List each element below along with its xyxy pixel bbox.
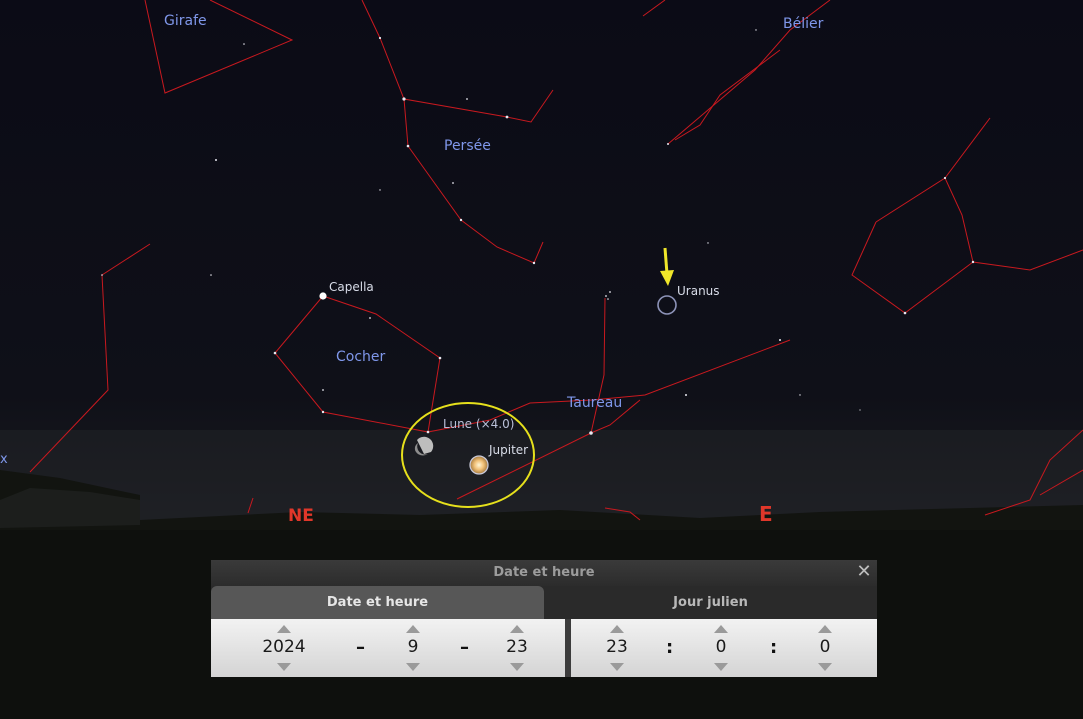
hour-increment-icon[interactable] — [610, 625, 624, 633]
planet-label-jupiter: Jupiter — [489, 443, 529, 457]
planet-label-uranus: Uranus — [677, 284, 720, 298]
cardinal-label-e: E — [759, 502, 773, 526]
year-value[interactable]: 2024 — [254, 637, 314, 657]
minute-value[interactable]: 0 — [691, 637, 751, 657]
time-separator: : — [770, 637, 778, 658]
second-increment-icon[interactable] — [818, 625, 832, 633]
second-decrement-icon[interactable] — [818, 663, 832, 671]
month-value[interactable]: 9 — [383, 637, 443, 657]
edge-label: x — [0, 452, 8, 467]
date-fields: 2024 – 9 – 23 — [211, 619, 565, 677]
moon-label: Lune (×4.0) — [443, 417, 515, 431]
constellation-label-belier: Bélier — [783, 16, 824, 32]
hour-decrement-icon[interactable] — [610, 663, 624, 671]
star-label-capella: Capella — [329, 280, 374, 294]
minute-decrement-icon[interactable] — [714, 663, 728, 671]
year-decrement-icon[interactable] — [277, 663, 291, 671]
hour-value[interactable]: 23 — [587, 637, 647, 657]
second-value[interactable]: 0 — [795, 637, 855, 657]
close-icon[interactable]: ✕ — [855, 563, 873, 581]
second-spinbox[interactable]: 0 — [795, 619, 855, 677]
constellation-label-persee: Persée — [444, 138, 491, 154]
date-separator: – — [460, 637, 469, 658]
month-increment-icon[interactable] — [406, 625, 420, 633]
jupiter-icon[interactable] — [469, 455, 489, 475]
month-spinbox[interactable]: 9 — [383, 619, 443, 677]
constellation-label-taureau: Taureau — [567, 395, 623, 411]
day-decrement-icon[interactable] — [510, 663, 524, 671]
dialog-title[interactable]: Date et heure — [211, 560, 877, 586]
tab-julian-day[interactable]: Jour julien — [544, 586, 877, 619]
constellation-label-girafe: Girafe — [164, 13, 207, 29]
day-spinbox[interactable]: 23 — [487, 619, 547, 677]
time-fields: 23 : 0 : 0 — [571, 619, 877, 677]
time-separator: : — [666, 637, 674, 658]
minute-increment-icon[interactable] — [714, 625, 728, 633]
year-spinbox[interactable]: 2024 — [254, 619, 314, 677]
day-value[interactable]: 23 — [487, 637, 547, 657]
minute-spinbox[interactable]: 0 — [691, 619, 751, 677]
date-time-dialog: Date et heure ✕ Date et heure Jour julie… — [211, 560, 877, 677]
month-decrement-icon[interactable] — [406, 663, 420, 671]
year-increment-icon[interactable] — [277, 625, 291, 633]
constellation-label-cocher: Cocher — [336, 349, 386, 365]
day-increment-icon[interactable] — [510, 625, 524, 633]
cardinal-label-ne: NE — [288, 506, 314, 526]
tab-date-time[interactable]: Date et heure — [211, 586, 544, 619]
hour-spinbox[interactable]: 23 — [587, 619, 647, 677]
date-separator: – — [356, 637, 365, 658]
